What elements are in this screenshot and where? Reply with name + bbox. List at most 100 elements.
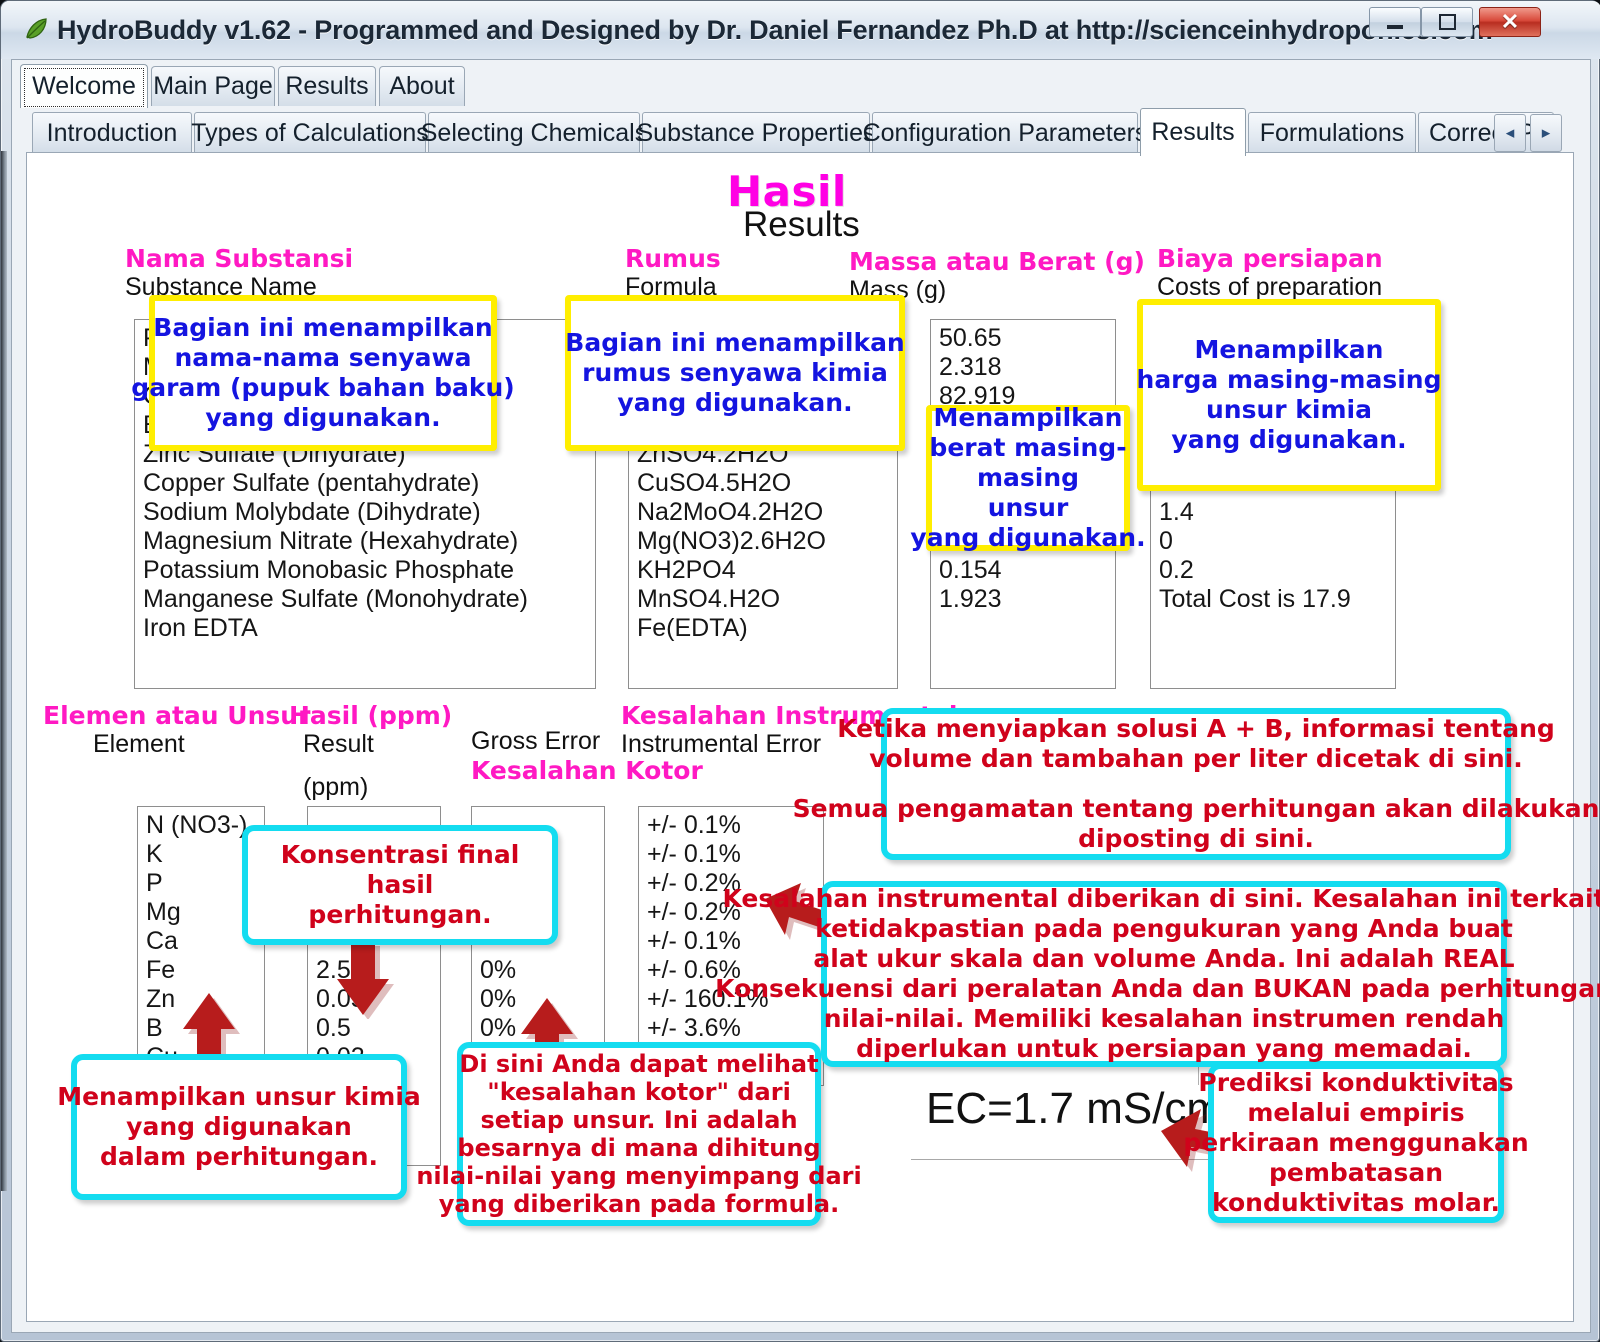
tab-formulations-label: Formulations <box>1259 119 1405 147</box>
list-item: +/- 0.1% <box>647 811 741 839</box>
callout-line: harga masing-masing <box>1136 365 1442 394</box>
tab-scroll-left-button[interactable]: ◂ <box>1494 114 1526 152</box>
callout-line: Di sini Anda dapat melihat <box>459 1050 819 1078</box>
callout-line: yang diberikan pada formula. <box>438 1190 840 1218</box>
callout-line: ketidakpastian pada pengukuran yang Anda… <box>815 914 1513 943</box>
callout-mass: Menampilkan berat masing- masing unsur y… <box>910 403 1145 552</box>
callout-line: yang digunakan. <box>205 403 441 432</box>
tab-types-of-calculations-label: Types of Calculations <box>191 119 429 147</box>
tab-selecting-chemicals[interactable]: Selecting Chemicals <box>421 112 647 154</box>
list-item: MnSO4.H2O <box>637 585 781 613</box>
arrow-down-result <box>337 941 394 1019</box>
callout-result: Konsentrasi final hasil perhitungan. <box>242 825 558 945</box>
header-formula: Rumus Formula <box>625 244 721 302</box>
list-item: 50.65 <box>939 324 1002 352</box>
header-cost-en: Costs of preparation <box>1157 273 1383 301</box>
callout-line: konduktivitas molar. <box>1212 1188 1500 1217</box>
tab-main-page-label: Main Page <box>153 72 273 100</box>
list-item: Magnesium Nitrate (Hexahydrate) <box>143 527 519 555</box>
title-bar: HydroBuddy v1.62 - Programmed and Design… <box>1 1 1600 59</box>
callout-line: unsur <box>987 493 1069 522</box>
callout-line: alat ukur skala dan volume Anda. Ini ada… <box>813 944 1515 973</box>
callout-line: Ketika menyiapkan solusi A + B, informas… <box>837 714 1555 743</box>
callout-line: yang digunakan. <box>617 388 853 417</box>
list-item: Fe(EDTA) <box>637 614 748 642</box>
header-result-unit: (ppm) <box>303 773 369 801</box>
list-item: P <box>146 869 163 897</box>
tab-introduction[interactable]: Introduction <box>32 112 192 154</box>
list-item: Mg <box>146 898 181 926</box>
callout-line: perhitungan. <box>308 900 492 929</box>
tab-types-of-calculations[interactable]: Types of Calculations <box>191 112 429 154</box>
callout-line: Menampilkan unsur kimia <box>57 1082 421 1111</box>
callout-line: setiap unsur. Ini adalah <box>480 1106 798 1134</box>
chevron-right-icon: ▸ <box>1541 123 1551 142</box>
list-item: Fe <box>146 956 176 984</box>
list-item: Sodium Molybdate (Dihydrate) <box>143 498 481 526</box>
tab-substance-properties-label: Substance Properties <box>636 119 876 147</box>
close-button[interactable]: ✕ <box>1479 7 1541 37</box>
callout-gross-error: Di sini Anda dapat melihat "kesalahan ko… <box>416 1042 862 1226</box>
callout-line: perkiraan menggunakan <box>1183 1128 1529 1157</box>
callout-line: nama-nama senyawa <box>174 343 472 372</box>
maximize-button[interactable] <box>1421 7 1473 37</box>
header-substance-id: Nama Substansi <box>125 244 354 273</box>
callout-line: yang digunakan <box>126 1112 352 1141</box>
chevron-left-icon: ◂ <box>1505 123 1515 142</box>
tab-formulations[interactable]: Formulations <box>1248 112 1416 154</box>
list-item: +/- 0.1% <box>647 840 741 868</box>
tab-selecting-chemicals-label: Selecting Chemicals <box>420 119 648 147</box>
header-mass-id: Massa atau Berat (g) <box>849 247 1145 276</box>
callout-line: garam (pupuk bahan baku) <box>131 373 515 402</box>
tab-welcome-label: Welcome <box>32 72 136 100</box>
tab-about-label: About <box>389 72 455 100</box>
tab-results[interactable]: Results <box>278 66 376 106</box>
list-item: 0 <box>1159 527 1173 555</box>
callout-line: Semua pengamatan tentang perhitungan aka… <box>792 794 1600 823</box>
leaf-icon <box>23 16 49 42</box>
callout-line: Menampilkan <box>933 403 1123 432</box>
list-item: K <box>146 840 163 868</box>
tab-results-inner-label: Results <box>1151 118 1235 146</box>
list-item: Iron EDTA <box>143 614 258 642</box>
callout-line: berat masing- <box>929 433 1127 462</box>
list-item: 0% <box>480 956 517 984</box>
header-cost-id: Biaya persiapan <box>1157 244 1383 273</box>
tab-scroll-right-button[interactable]: ▸ <box>1530 114 1562 152</box>
list-item: Ca <box>146 927 178 955</box>
header-element: Elemen atau Unsur Element <box>43 701 310 759</box>
callout-line: besarnya di mana dihitung <box>457 1134 821 1162</box>
callout-line: volume dan tambahan per liter dicetak di… <box>869 744 1523 773</box>
header-element-en: Element <box>93 730 185 758</box>
tab-configuration-parameters[interactable]: Configuration Parameters <box>863 112 1147 154</box>
tab-results-inner[interactable]: Results <box>1140 108 1246 156</box>
callout-line: diposting di sini. <box>1078 824 1314 853</box>
tab-results-label: Results <box>285 72 369 100</box>
callout-line: "kesalahan kotor" dari <box>487 1078 791 1106</box>
callout-line: nilai-nilai. Memiliki kesalahan instrume… <box>823 1004 1505 1033</box>
callout-formula: Bagian ini menampilkan rumus senyawa kim… <box>565 295 905 451</box>
header-cost: Biaya persiapan Costs of preparation <box>1157 244 1383 302</box>
tab-substance-properties[interactable]: Substance Properties <box>636 112 876 154</box>
list-item: 2.318 <box>939 353 1002 381</box>
callout-conductivity: Prediksi konduktivitas melalui empiris p… <box>1183 1063 1529 1223</box>
callout-cost: Menampilkan harga masing-masing unsur ki… <box>1137 299 1441 491</box>
tab-main-page[interactable]: Main Page <box>151 66 275 106</box>
callout-line: yang digunakan. <box>910 523 1146 552</box>
tab-welcome[interactable]: Welcome <box>20 64 148 108</box>
callout-line: rumus senyawa kimia <box>582 358 888 387</box>
header-formula-id: Rumus <box>625 244 721 273</box>
list-item: 1.4 <box>1159 498 1194 526</box>
application-window: HydroBuddy v1.62 - Programmed and Design… <box>0 0 1600 1342</box>
callout-line: nilai-nilai yang menyimpang dari <box>416 1162 862 1190</box>
maximize-icon <box>1422 8 1472 36</box>
header-result-en: Result <box>303 730 374 758</box>
list-item: Manganese Sulfate (Monohydrate) <box>143 585 528 613</box>
callout-line: Menampilkan <box>1194 335 1384 364</box>
callout-line: unsur kimia <box>1206 395 1372 424</box>
header-gross-error-id: Kesalahan Kotor <box>471 756 703 785</box>
list-item: Na2MoO4.2H2O <box>637 498 824 526</box>
minimize-button[interactable] <box>1369 7 1421 37</box>
list-item: Total Cost is 17.9 <box>1159 585 1351 613</box>
tab-about[interactable]: About <box>379 66 465 106</box>
